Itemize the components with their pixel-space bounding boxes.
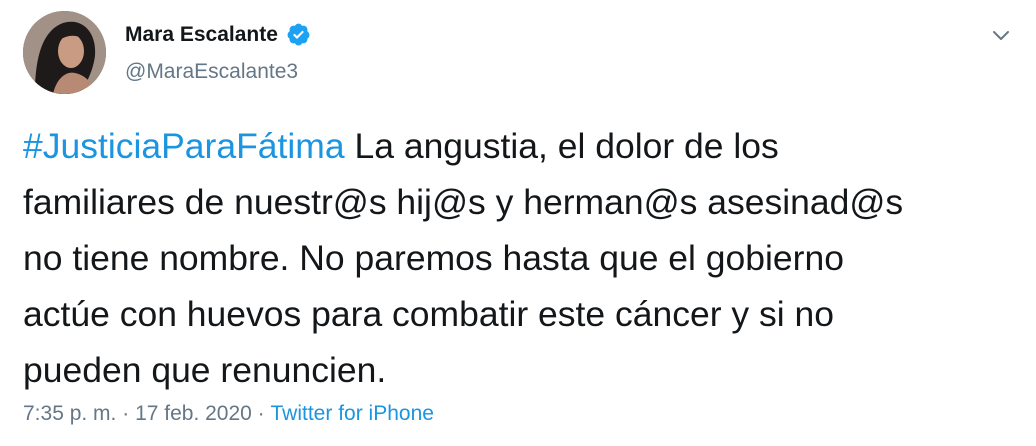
tweet-text-line: actúe con huevos para combatir este cánc… bbox=[23, 294, 835, 334]
tweet-meta: 7:35 p. m. · 17 feb. 2020 · Twitter for … bbox=[23, 402, 434, 426]
tweet-source-link[interactable]: Twitter for iPhone bbox=[271, 402, 434, 426]
chevron-down-icon[interactable] bbox=[990, 24, 1012, 46]
meta-separator: · bbox=[116, 402, 136, 425]
verified-badge-icon bbox=[286, 22, 311, 47]
tweet-text-line: #JusticiaParaFátima La angustia, el dolo… bbox=[23, 118, 1013, 174]
author-display-name[interactable]: Mara Escalante bbox=[125, 23, 278, 47]
tweet-text: #JusticiaParaFátima La angustia, el dolo… bbox=[23, 118, 1013, 398]
tweet-text-line: pueden que renuncien. bbox=[23, 350, 387, 390]
tweet-time[interactable]: 7:35 p. m. bbox=[23, 402, 116, 426]
tweet-text-segment: La angustia, el dolor de los bbox=[344, 126, 779, 166]
tweet-text-line: familiares de nuestr@s hij@s y herman@s … bbox=[23, 182, 904, 222]
tweet-date[interactable]: 17 feb. 2020 bbox=[135, 402, 252, 426]
author-name-row: Mara Escalante bbox=[125, 22, 311, 47]
avatar-photo bbox=[23, 11, 106, 94]
meta-separator: · bbox=[251, 402, 271, 425]
avatar[interactable] bbox=[23, 11, 106, 94]
tweet-card: Mara Escalante @MaraEscalante3 #Justicia… bbox=[0, 0, 1036, 446]
hashtag-link[interactable]: #JusticiaParaFátima bbox=[23, 126, 345, 166]
author-handle[interactable]: @MaraEscalante3 bbox=[125, 60, 298, 84]
tweet-text-line: no tiene nombre. No paremos hasta que el… bbox=[23, 238, 844, 278]
